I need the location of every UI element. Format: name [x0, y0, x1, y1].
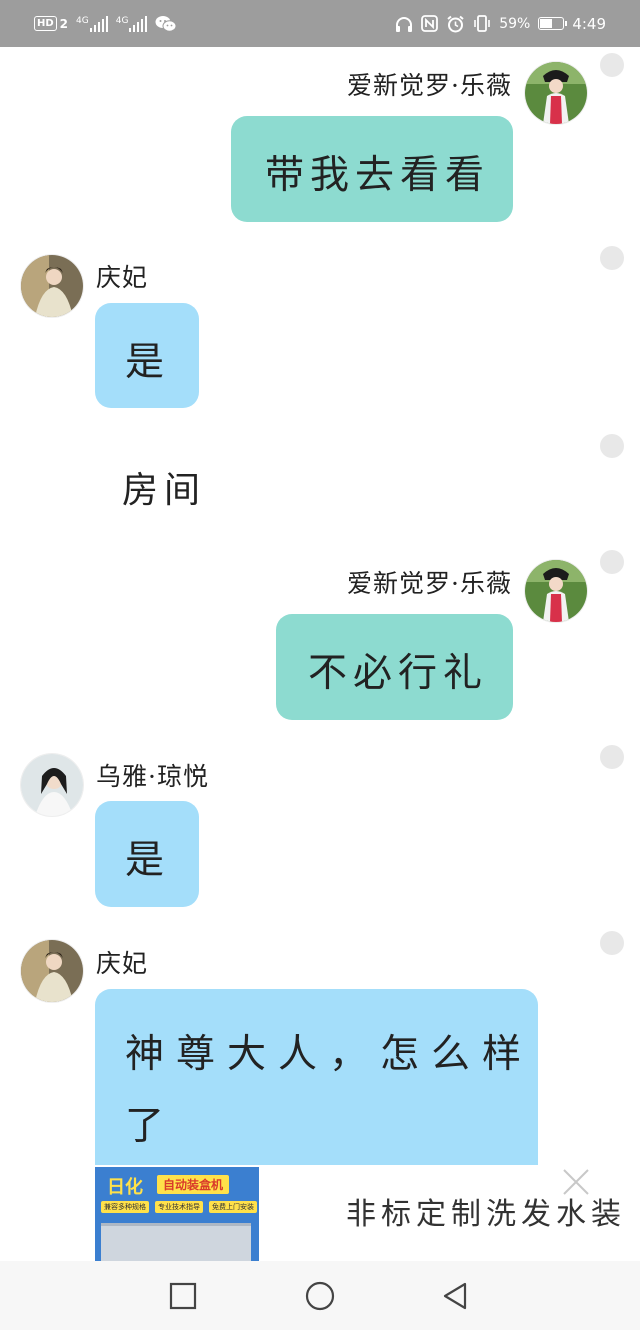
sender-name: 爱新觉罗·乐薇 — [347, 71, 512, 100]
message-bubble[interactable]: 是 — [95, 801, 199, 907]
signal-icon-1: 4G — [76, 15, 108, 32]
ad-chip: 专业技术指导 — [155, 1201, 203, 1213]
message-bubble[interactable]: 不必行礼 — [276, 614, 513, 720]
machine-image — [101, 1223, 251, 1261]
wechat-icon — [155, 15, 177, 32]
battery-percent: 59% — [499, 15, 531, 32]
ad-brand: 日化 — [107, 1177, 143, 1197]
message-line: 了 — [125, 1104, 177, 1149]
chat-area[interactable]: 爱新觉罗·乐薇 带我去看看 庆妃 是 房间 爱新觉罗·乐薇 不必行礼 乌雅·琼悦… — [0, 47, 640, 1260]
message-bubble[interactable]: 带我去看看 — [231, 116, 513, 222]
status-bar: HD 2 4G 4G 59% 4:49 — [0, 0, 640, 47]
ad-tag: 自动装盒机 — [157, 1175, 230, 1194]
ad-chip: 兼容多种规格 — [101, 1201, 149, 1213]
clock: 4:49 — [572, 14, 606, 33]
sender-name: 庆妃 — [96, 263, 149, 292]
message-line: 神尊大人，怎么样 — [125, 1032, 534, 1077]
message-select-dot[interactable] — [600, 246, 624, 270]
close-icon[interactable] — [561, 1167, 591, 1197]
message-bubble[interactable]: 是 — [95, 303, 199, 408]
nfc-icon — [421, 15, 439, 32]
headphones-icon — [396, 16, 413, 32]
avatar[interactable] — [21, 940, 83, 1002]
message-select-dot[interactable] — [600, 434, 624, 458]
avatar[interactable] — [525, 560, 587, 622]
message-select-dot[interactable] — [600, 550, 624, 574]
navigation-bar — [0, 1261, 640, 1330]
home-icon[interactable] — [305, 1281, 335, 1311]
status-bar-right: 59% 4:49 — [395, 0, 606, 47]
avatar[interactable] — [21, 255, 83, 317]
avatar[interactable] — [525, 62, 587, 124]
avatar[interactable] — [21, 754, 83, 816]
network-type-1: 4G — [76, 15, 89, 26]
ad-banner[interactable]: 日化 自动装盒机 兼容多种规格 专业技术指导 免费上门安装 非标定制洗发水装 — [0, 1165, 640, 1261]
back-icon[interactable] — [440, 1281, 470, 1311]
sender-name: 乌雅·琼悦 — [96, 762, 209, 791]
message-select-dot[interactable] — [600, 53, 624, 77]
vibrate-icon — [474, 15, 490, 32]
battery-icon — [538, 17, 568, 30]
ad-chip: 免费上门安装 — [209, 1201, 257, 1213]
status-bar-left: HD 2 4G 4G — [34, 0, 177, 47]
hd-badge: HD — [34, 16, 57, 31]
signal-icon-2: 4G — [115, 15, 148, 32]
recent-apps-icon[interactable] — [168, 1281, 198, 1311]
sender-name: 爱新觉罗·乐薇 — [347, 569, 512, 598]
narration-text: 房间 — [122, 470, 207, 511]
sender-name: 庆妃 — [96, 949, 149, 978]
ad-image[interactable]: 日化 自动装盒机 兼容多种规格 专业技术指导 免费上门安装 — [95, 1167, 259, 1261]
sim-slot-label: 2 — [59, 16, 69, 31]
network-type-2: 4G — [115, 15, 129, 26]
alarm-icon — [447, 15, 464, 32]
message-select-dot[interactable] — [600, 931, 624, 955]
ad-chips: 兼容多种规格 专业技术指导 免费上门安装 — [101, 1201, 257, 1213]
message-select-dot[interactable] — [600, 745, 624, 769]
battery-level-fill — [540, 19, 553, 28]
